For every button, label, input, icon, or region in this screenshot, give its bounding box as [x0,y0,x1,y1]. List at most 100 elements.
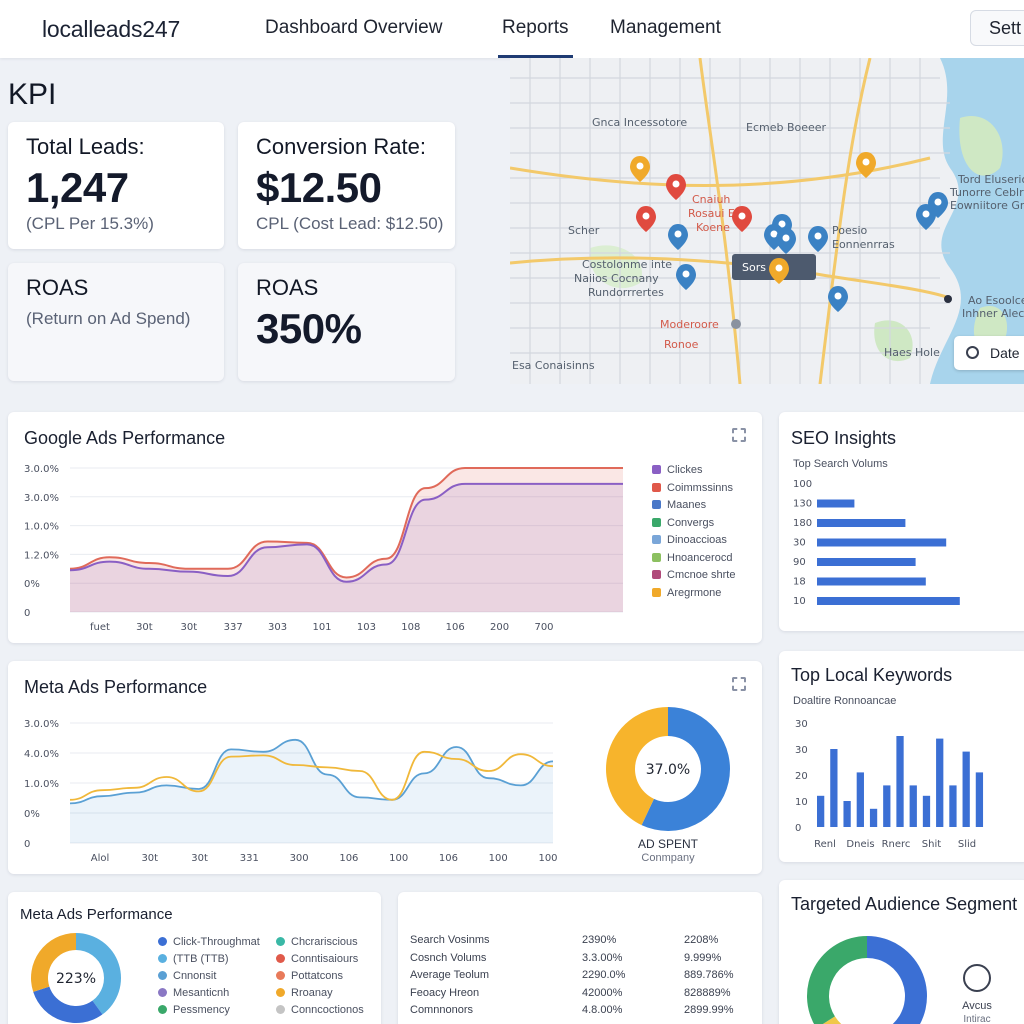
bar [962,751,970,827]
y-tick-label: 90 [793,557,806,568]
legend-item[interactable]: Cmcnoe shrte [652,569,735,581]
kpi-subtext: (CPL Per 15.3%) [26,214,154,233]
legend-swatch [652,570,661,579]
map-label: Eonnenrras [832,238,895,251]
map-tooltip: Sors 06 [732,254,816,284]
legend-label: Chcrariscious [291,936,358,948]
legend-item[interactable]: Pottatcons [276,970,343,982]
nav-dashboard-overview[interactable]: Dashboard Overview [265,17,442,39]
y-tick-label: 1.2.0% [24,550,59,561]
table-cell: 828889% [684,986,731,999]
y-tick-label: 3.0.0% [24,719,59,730]
x-tick-label: 331 [240,853,259,864]
y-tick-label: 0 [24,608,30,619]
x-tick-label: 101 [312,622,331,633]
y-tick-label: 3.0.0% [24,493,59,504]
legend-swatch [652,482,661,492]
map-canvas[interactable]: Gnca Incessotore Ecmeb Boeeer Tord Eluse… [510,58,1024,384]
legend-swatch [276,988,285,997]
donut-center-label: 223% [56,971,96,987]
nav-reports[interactable]: Reports [498,17,573,58]
bar [817,577,926,586]
legend-item[interactable]: Click-Throughmat [158,936,260,948]
expand-icon[interactable] [732,677,746,691]
leads-map[interactable]: Gnca Incessotore Ecmeb Boeeer Tord Eluse… [510,58,1024,384]
y-tick-label: 0 [24,839,30,850]
x-tick-label: 30t [136,622,153,633]
legend-item[interactable]: Convergs [652,517,714,529]
legend-swatch [158,988,167,997]
legend-item[interactable]: Conntisaiours [276,953,358,965]
table-row: Search Vosinms 2390% 2208% [410,934,740,950]
kpi-card-roas-value: ROAS 350% [238,263,455,381]
bar [817,597,960,605]
legend-item[interactable]: Maanes [652,499,706,511]
x-tick-label: 106 [439,853,458,864]
kpi-title: ROAS [26,275,89,300]
legend-swatch [652,587,661,597]
legend-item[interactable]: Chcrariscious [276,936,358,948]
card-subtitle: Doaltire Ronnoancae [793,695,897,707]
legend-label: (TTB (TTB) [173,953,229,965]
map-pin-icon [828,286,848,312]
ad-spent-donut: 37.0% [606,707,730,831]
legend-item[interactable]: Clickes [652,464,702,476]
meta-ads-donut: 223% [30,933,121,1023]
kpi-title: ROAS [256,275,319,300]
legend-label: Pessmency [173,1004,230,1016]
audience-segment-card: Targeted Audience Segment Avcus Intirac [779,880,1024,1024]
x-tick-label: Slid [958,839,976,850]
legend-label: Hnoancerocd [667,551,733,564]
legend-label: Coimmssinns [667,481,734,494]
legend-item[interactable]: Pessmency [158,1004,230,1016]
x-tick-label: 300 [290,853,309,864]
map-pin-icon [769,258,789,284]
table-row: Cosnch Volums 3.3.00% 9.999% [410,952,740,968]
kpi-subtext: CPL (Cost Lead: $12.50) [256,214,444,233]
legend-item[interactable]: Rroanay [276,987,333,999]
map-pin-icon [808,226,828,252]
table-row: Average Teolum 2290.0% 889.786% [410,969,740,985]
y-tick-label: 1.0.0% [24,522,59,533]
legend-swatch [276,971,285,980]
bar [896,736,904,827]
legend-item[interactable]: Hnoancerocd [652,552,732,564]
card-title: Google Ads Performance [24,428,226,448]
y-tick-label: 18 [793,577,806,588]
clock-icon [966,346,979,359]
card-title: SEO Insights [791,428,897,448]
legend-swatch [158,971,167,980]
x-tick-label: 100 [489,853,508,864]
bar [975,772,984,827]
y-tick-label: 10 [795,797,808,808]
x-tick-label: 106 [339,853,358,864]
app-logo[interactable]: localleads247 [42,16,180,43]
expand-icon[interactable] [732,428,746,442]
donut-slice [807,936,867,1024]
legend-item[interactable]: Aregrmone [652,587,721,599]
y-tick-label: 30 [795,719,808,730]
nav-management[interactable]: Management [610,17,721,39]
google-ads-card: Google Ads Performance 3.0.0% 3.0.0% 1.0.0… [8,412,762,643]
table-cell: 3.3.00% [582,951,623,964]
y-tick-label: 10 [793,596,806,607]
legend-label: Click-Throughmat [173,936,260,948]
metrics-table-card: Search Vosinms 2390% 2208% Cosnch Volums 3.3… [398,892,762,1024]
bar [830,749,838,827]
date-button[interactable]: Date [954,336,1024,370]
y-tick-label: 30 [795,745,808,756]
map-label: Poesio [832,224,868,237]
map-pin-icon [676,264,696,290]
legend-item[interactable]: (TTB (TTB) [158,953,229,965]
seo-insights-card: SEO Insights Top Search Volums 100 130 180… [779,412,1024,631]
legend-item[interactable]: Mesanticnh [158,987,229,999]
settings-button[interactable]: Sett [970,10,1024,46]
x-tick-label: 100 [538,853,557,864]
legend-item[interactable]: Conncoctionos [276,1004,364,1016]
legend-item[interactable]: Cnnonsit [158,970,216,982]
y-tick-label: 20 [795,771,808,782]
legend-item[interactable]: Dinoaccioas [652,534,727,546]
bar [949,785,957,827]
legend-item[interactable]: Coimmssinns [652,482,733,494]
kpi-value: 1,247 [26,164,129,211]
